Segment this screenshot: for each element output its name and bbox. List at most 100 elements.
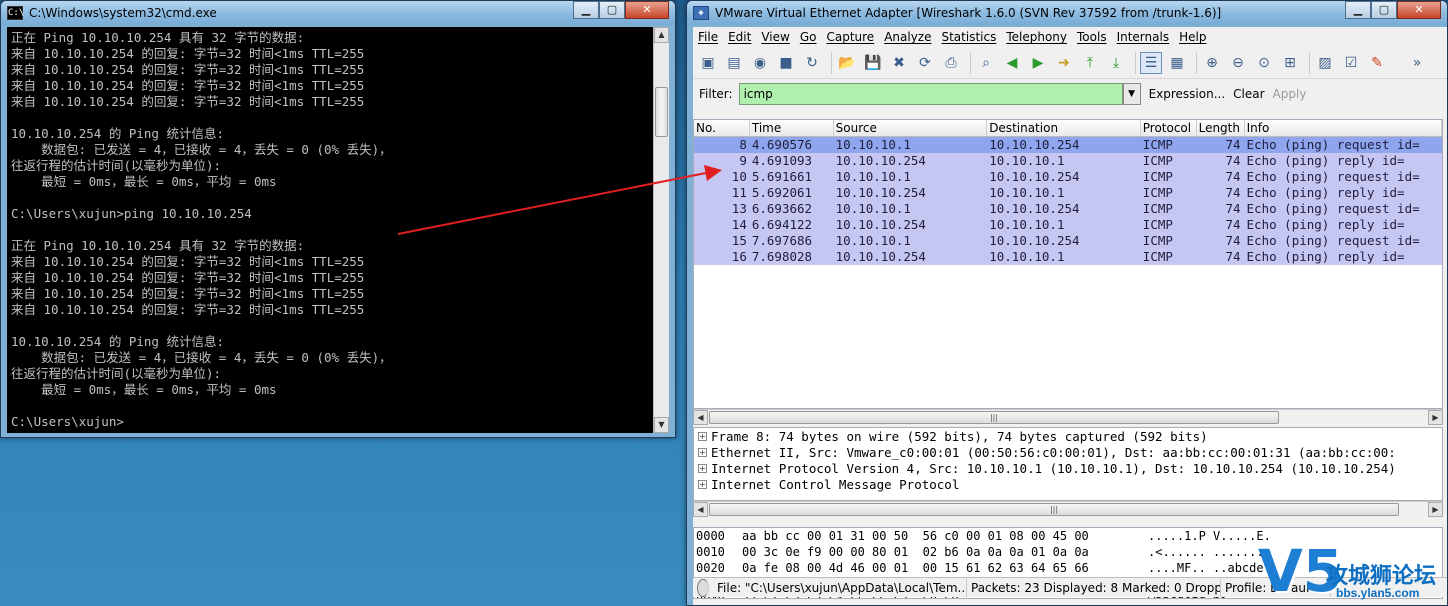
expand-plus-icon[interactable]: + <box>698 479 707 489</box>
menu-statistics[interactable]: Statistics <box>936 30 1001 44</box>
column-header-no[interactable]: No. <box>694 120 750 136</box>
reload-icon[interactable]: ⟳ <box>914 52 936 74</box>
menu-file[interactable]: File <box>693 30 723 44</box>
expand-plus-icon[interactable]: + <box>698 447 707 457</box>
save-file-icon[interactable]: 💾 <box>862 52 884 74</box>
packet-list-hscrollbar[interactable]: ◀ ||| ▶ <box>693 409 1443 425</box>
packet-row[interactable]: 10 5.691661 10.10.10.1 10.10.10.254 ICMP 74 Ec… <box>694 169 1442 185</box>
scroll-down-arrow-icon[interactable]: ▼ <box>654 417 669 433</box>
column-header-info[interactable]: Info <box>1245 120 1442 136</box>
details-tree-item[interactable]: + Internet Protocol Version 4, Src: 10.10… <box>694 460 1442 476</box>
packet-cell-dst: 10.10.10.254 <box>989 169 1080 184</box>
print-icon[interactable]: ⎙ <box>940 52 962 74</box>
first-packet-icon[interactable]: ⤒ <box>1079 52 1101 74</box>
scrollbar-thumb[interactable]: ||| <box>709 503 1399 516</box>
packet-row[interactable]: 15 7.697686 10.10.10.1 10.10.10.254 ICMP 74 Ec… <box>694 233 1442 249</box>
scroll-right-arrow-icon[interactable]: ▶ <box>1428 502 1443 517</box>
coloring-rules-icon[interactable]: ✎ <box>1366 52 1388 74</box>
scroll-right-arrow-icon[interactable]: ▶ <box>1428 410 1443 425</box>
maximize-button[interactable]: ▢ <box>1371 1 1397 19</box>
column-header-protocol[interactable]: Protocol <box>1141 120 1197 136</box>
toolbar-overflow-icon[interactable]: » <box>1406 52 1428 74</box>
packet-row[interactable]: 11 5.692061 10.10.10.254 10.10.10.1 ICMP 74 Ec… <box>694 185 1442 201</box>
close-button[interactable]: ✕ <box>1397 1 1441 19</box>
packet-cell-proto: ICMP <box>1142 153 1173 168</box>
packet-details-tree[interactable]: + Frame 8: 74 bytes on wire (592 bits), 7… <box>693 427 1443 501</box>
expand-plus-icon[interactable]: + <box>698 463 707 473</box>
menu-internals[interactable]: Internals <box>1112 30 1175 44</box>
menu-edit[interactable]: Edit <box>723 30 756 44</box>
cmd-titlebar[interactable]: C:\ C:\Windows\system32\cmd.exe ▁ ▢ ✕ <box>1 1 675 25</box>
menu-view[interactable]: View <box>756 30 794 44</box>
minimize-button[interactable]: ▁ <box>1345 1 1371 19</box>
expand-plus-icon[interactable]: + <box>698 431 707 441</box>
packet-row[interactable]: 13 6.693662 10.10.10.1 10.10.10.254 ICMP 74 Ec… <box>694 201 1442 217</box>
display-filter-input[interactable]: icmp <box>738 83 1123 105</box>
scroll-up-arrow-icon[interactable]: ▲ <box>654 27 669 43</box>
auto-scroll-icon[interactable]: ▦ <box>1166 52 1188 74</box>
capture-options-icon[interactable]: ▤ <box>723 52 745 74</box>
column-header-destination[interactable]: Destination <box>987 120 1141 136</box>
filter-dropdown-icon[interactable]: ▼ <box>1122 83 1141 105</box>
zoom-in-icon[interactable]: ⊕ <box>1201 52 1223 74</box>
restart-capture-icon[interactable]: ↻ <box>801 52 823 74</box>
column-header-time[interactable]: Time <box>750 120 834 136</box>
packet-cell-time: 5.691661 <box>751 169 813 184</box>
details-tree-item[interactable]: + Internet Control Message Protocol <box>694 476 1442 492</box>
cmd-window[interactable]: C:\ C:\Windows\system32\cmd.exe ▁ ▢ ✕ 正在… <box>0 0 676 438</box>
wireshark-titlebar[interactable]: ◈ VMware Virtual Ethernet Adapter [Wires… <box>687 1 1447 25</box>
packet-row[interactable]: 8 4.690576 10.10.10.1 10.10.10.254 ICMP 74 Ech… <box>694 137 1442 153</box>
go-forward-icon[interactable]: ▶ <box>1027 52 1049 74</box>
scrollbar-thumb[interactable] <box>655 87 668 137</box>
details-hscrollbar[interactable]: ◀ ||| ▶ <box>693 501 1443 517</box>
clear-button[interactable]: Clear <box>1233 87 1264 101</box>
menu-tools[interactable]: Tools <box>1072 30 1112 44</box>
expression-button[interactable]: Expression... <box>1149 87 1226 101</box>
details-tree-item[interactable]: + Ethernet II, Src: Vmware_c0:00:01 (00:5… <box>694 444 1442 460</box>
menu-go[interactable]: Go <box>795 30 822 44</box>
column-header-source[interactable]: Source <box>834 120 988 136</box>
interface-list-icon[interactable]: ▣ <box>697 52 719 74</box>
colorize-icon[interactable]: ☰ <box>1140 51 1162 74</box>
scrollbar-thumb[interactable]: ||| <box>709 411 1279 424</box>
maximize-button[interactable]: ▢ <box>599 1 625 19</box>
packet-list[interactable]: No. Time Source Destination Protocol Len… <box>693 119 1443 409</box>
menu-help[interactable]: Help <box>1174 30 1211 44</box>
menu-capture[interactable]: Capture <box>821 30 879 44</box>
packet-row[interactable]: 9 4.691093 10.10.10.254 10.10.10.1 ICMP 74 Ech… <box>694 153 1442 169</box>
apply-button[interactable]: Apply <box>1273 87 1307 101</box>
packet-row[interactable]: 14 6.694122 10.10.10.254 10.10.10.1 ICMP 74 Ec… <box>694 217 1442 233</box>
zoom-out-icon[interactable]: ⊖ <box>1227 52 1249 74</box>
normal-size-icon[interactable]: ⊙ <box>1253 52 1275 74</box>
details-tree-label: Ethernet II, Src: Vmware_c0:00:01 (00:50… <box>711 444 1396 460</box>
details-tree-item[interactable]: + Frame 8: 74 bytes on wire (592 bits), 7… <box>694 428 1442 444</box>
menu-telephony[interactable]: Telephony <box>1001 30 1072 44</box>
close-file-icon[interactable]: ✖ <box>888 52 910 74</box>
console-output[interactable]: 正在 Ping 10.10.10.254 具有 32 字节的数据: 来自 10.1… <box>7 27 653 433</box>
go-back-icon[interactable]: ◀ <box>1001 52 1023 74</box>
menu-analyze[interactable]: Analyze <box>879 30 936 44</box>
display-filters-icon[interactable]: ☑ <box>1340 52 1362 74</box>
last-packet-icon[interactable]: ⤓ <box>1105 52 1127 74</box>
close-button[interactable]: ✕ <box>625 1 669 19</box>
capture-filters-icon[interactable]: ▨ <box>1314 52 1336 74</box>
stop-capture-icon[interactable]: ■ <box>775 52 797 74</box>
open-file-icon[interactable]: 📂 <box>836 52 858 74</box>
column-header-length[interactable]: Length <box>1197 120 1245 136</box>
packet-row[interactable]: 16 7.698028 10.10.10.254 10.10.10.1 ICMP 74 Ec… <box>694 249 1442 265</box>
scroll-left-arrow-icon[interactable]: ◀ <box>693 410 708 425</box>
expert-info-icon[interactable] <box>697 578 709 597</box>
packet-cell-no: 14 <box>731 217 747 232</box>
find-packet-icon[interactable]: ⌕ <box>975 52 997 74</box>
scroll-left-arrow-icon[interactable]: ◀ <box>693 502 708 517</box>
wireshark-window[interactable]: ◈ VMware Virtual Ethernet Adapter [Wires… <box>686 0 1448 606</box>
packet-cell-len: 74 <box>1225 153 1241 168</box>
packet-cell-dst: 10.10.10.254 <box>989 137 1080 152</box>
go-to-packet-icon[interactable]: ➜ <box>1053 52 1075 74</box>
packet-cell-dst: 10.10.10.1 <box>989 249 1065 264</box>
minimize-button[interactable]: ▁ <box>573 1 599 19</box>
console-line: C:\Users\xujun>ping 10.10.10.254 <box>11 206 252 221</box>
console-scrollbar[interactable]: ▲ ▼ <box>653 27 669 433</box>
start-capture-icon[interactable]: ◉ <box>749 52 771 74</box>
resize-columns-icon[interactable]: ⊞ <box>1279 52 1301 74</box>
